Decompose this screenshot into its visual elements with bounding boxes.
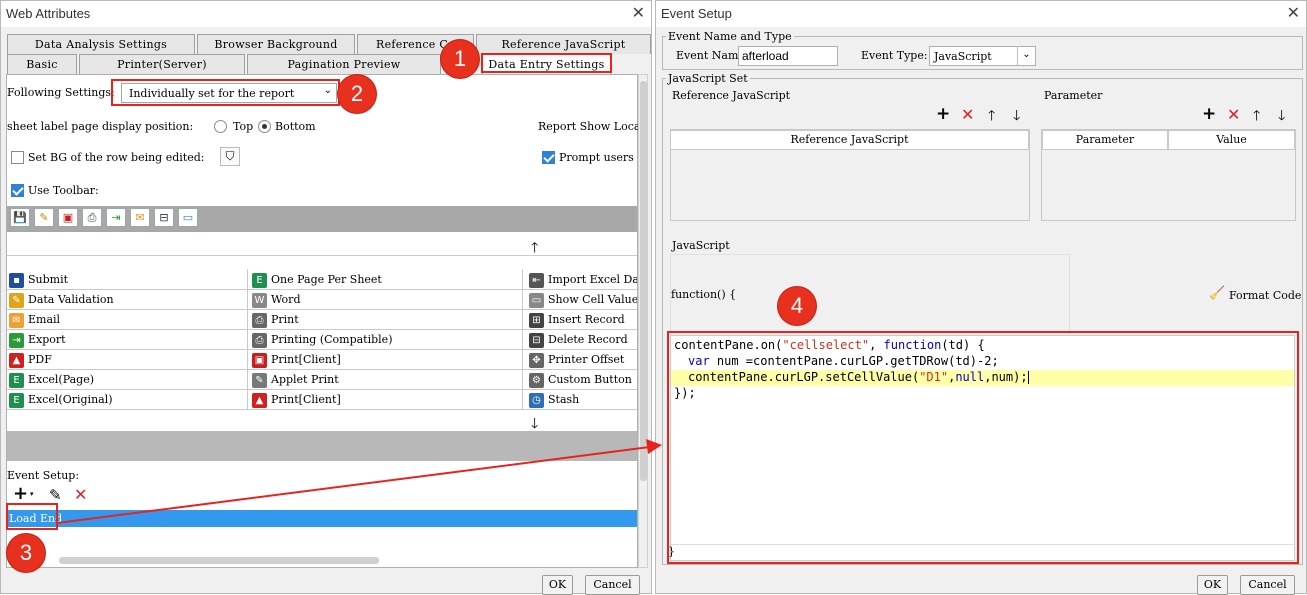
annotation-arrow	[56, 439, 662, 524]
badge-2: 2	[338, 75, 376, 113]
badge-4: 4	[778, 287, 816, 325]
badge-1: 1	[441, 40, 479, 78]
badge-3: 3	[7, 534, 45, 572]
